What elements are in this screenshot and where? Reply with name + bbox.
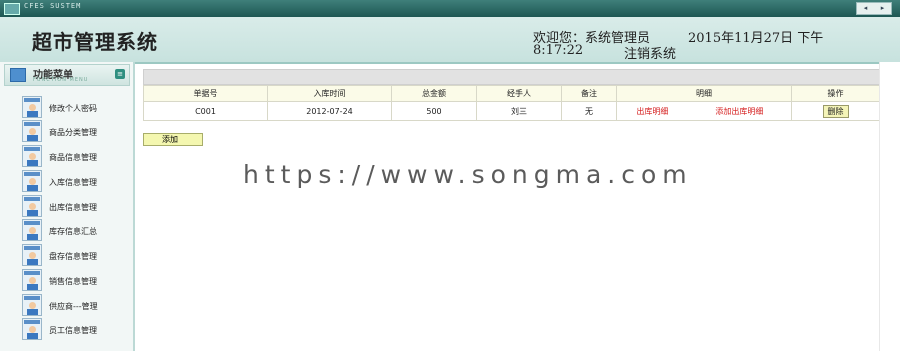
scrollbar-track[interactable] (879, 62, 900, 351)
column-header: 经手人 (476, 85, 562, 102)
column-header: 入库时间 (267, 85, 392, 102)
cell-detail: 出库明细 (615, 101, 688, 121)
menu-collapse-icon[interactable]: ≡ (115, 69, 125, 79)
cell-time: 2012-07-24 (267, 101, 392, 121)
sidebar-item-stock-in[interactable]: 入库信息管理 (22, 170, 130, 192)
cell-action: 删除 (791, 101, 880, 121)
user-icon (22, 145, 42, 167)
main-content: 单据号 入库时间 总金额 经手人 备注 明细 操作 C001 2012-07-2… (143, 69, 880, 121)
user-icon (22, 294, 42, 316)
system-label: CFES SUSTEM (24, 2, 82, 10)
user-icon (22, 244, 42, 266)
page-header: 超市管理系统 欢迎您：系统管理员 2015年11月27日 下午 8:17:22 … (0, 17, 900, 64)
add-button[interactable]: 添加 (143, 133, 203, 146)
cell-add-detail: 添加出库明细 (687, 101, 792, 121)
sidebar-item-label: 商品分类管理 (49, 128, 97, 137)
current-date: 2015年11月27日 下午 (688, 31, 824, 46)
sidebar-item-label: 供应商---管理 (49, 302, 98, 311)
user-icon (22, 195, 42, 217)
page-title: 超市管理系统 (32, 30, 158, 54)
column-header: 备注 (561, 85, 617, 102)
sidebar: 功能菜单 FUNCTION MENU ≡ 修改个人密码 商品分类管理 商品信息管… (0, 62, 135, 351)
sidebar-item-stocktaking[interactable]: 盘存信息管理 (22, 244, 130, 266)
user-icon (22, 96, 42, 118)
cell-amount: 500 (391, 101, 477, 121)
nav-buttons: ◂ ▸ (856, 2, 892, 15)
menu-header: 功能菜单 FUNCTION MENU ≡ (4, 64, 130, 86)
user-icon (22, 269, 42, 291)
sidebar-item-label: 入库信息管理 (49, 178, 97, 187)
sidebar-item-label: 盘存信息管理 (49, 252, 97, 261)
column-header: 总金额 (391, 85, 477, 102)
delete-button[interactable]: 删除 (822, 104, 849, 118)
menu-subtitle: FUNCTION MENU (33, 77, 89, 83)
current-time: 8:17:22 (533, 43, 584, 58)
logout-link[interactable]: 注销系统 (624, 43, 676, 62)
sidebar-item-products[interactable]: 商品信息管理 (22, 145, 130, 167)
stock-out-table: 单据号 入库时间 总金额 经手人 备注 明细 操作 C001 2012-07-2… (143, 85, 880, 121)
sidebar-item-label: 销售信息管理 (49, 277, 97, 286)
sidebar-item-employees[interactable]: 员工信息管理 (22, 318, 130, 340)
user-icon (22, 120, 42, 142)
sidebar-item-label: 库存信息汇总 (49, 227, 97, 236)
sidebar-item-label: 出库信息管理 (49, 203, 97, 212)
user-icon (22, 170, 42, 192)
next-arrow-icon[interactable]: ▸ (874, 3, 891, 14)
prev-arrow-icon[interactable]: ◂ (857, 3, 874, 14)
sidebar-item-change-password[interactable]: 修改个人密码 (22, 96, 130, 118)
user-icon (22, 318, 42, 340)
watermark-text: https://www.songma.com (243, 160, 693, 189)
sidebar-item-label: 修改个人密码 (49, 104, 97, 113)
user-icon (22, 219, 42, 241)
sidebar-item-label: 商品信息管理 (49, 153, 97, 162)
table-toolbar (143, 69, 880, 85)
title-bar: CFES SUSTEM ◂ ▸ (0, 0, 900, 17)
sidebar-item-sales[interactable]: 销售信息管理 (22, 269, 130, 291)
app-logo-icon (4, 3, 20, 15)
sidebar-item-category[interactable]: 商品分类管理 (22, 120, 130, 142)
cell-handler: 刘三 (476, 101, 562, 121)
column-header: 操作 (791, 85, 880, 102)
sidebar-item-label: 员工信息管理 (49, 326, 97, 335)
menu-icon (10, 68, 26, 82)
column-header: 明细 (616, 85, 792, 102)
add-detail-link[interactable]: 添加出库明细 (715, 107, 763, 116)
cell-note: 无 (561, 101, 617, 121)
sidebar-item-inventory-summary[interactable]: 库存信息汇总 (22, 219, 130, 241)
detail-link[interactable]: 出库明细 (636, 107, 668, 116)
cell-id: C001 (143, 101, 268, 121)
column-header: 单据号 (143, 85, 268, 102)
table-header-row: 单据号 入库时间 总金额 经手人 备注 明细 操作 (143, 85, 880, 102)
sidebar-item-stock-out[interactable]: 出库信息管理 (22, 195, 130, 217)
sidebar-item-suppliers[interactable]: 供应商---管理 (22, 294, 130, 316)
table-row: C001 2012-07-24 500 刘三 无 出库明细 添加出库明细 删除 (143, 101, 880, 121)
